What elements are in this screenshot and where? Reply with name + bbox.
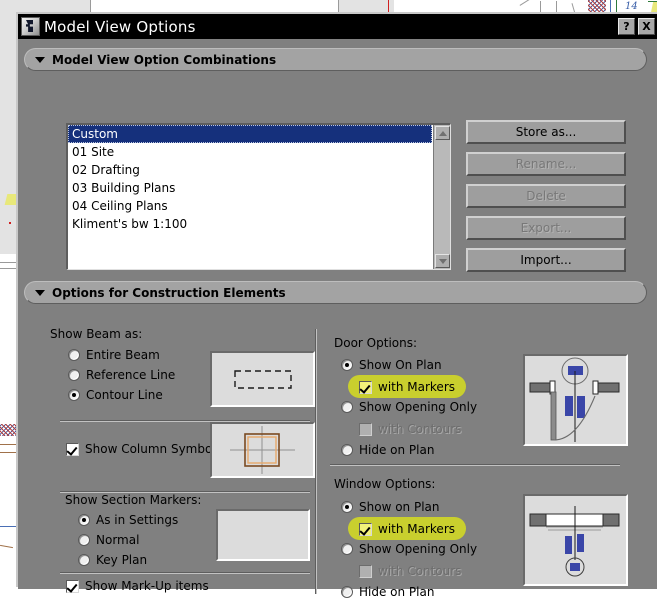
- checkbox-icon: [359, 522, 372, 536]
- scroll-up-arrow-icon[interactable]: [435, 126, 450, 140]
- radio-icon: [341, 444, 353, 456]
- radio-window-show-opening-only[interactable]: Show Opening Only: [341, 542, 477, 556]
- checkbox-window-with-contours[interactable]: with Contours: [359, 564, 461, 578]
- beam-group-label: Show Beam as:: [50, 327, 143, 341]
- scroll-down-arrow-icon[interactable]: [435, 254, 450, 268]
- list-item[interactable]: 01 Site: [68, 143, 432, 161]
- radio-label: Show on Plan: [359, 500, 440, 514]
- checkbox-door-with-contours[interactable]: with Contours: [359, 422, 461, 436]
- radio-reference-line[interactable]: Reference Line: [68, 368, 175, 382]
- radio-icon: [341, 401, 353, 413]
- radio-icon: [68, 369, 80, 381]
- export-button[interactable]: Export...: [466, 216, 626, 240]
- radio-window-hide-on-plan[interactable]: Hide on Plan: [341, 585, 434, 599]
- radio-icon: [341, 586, 353, 598]
- radio-label: Hide on Plan: [359, 443, 435, 457]
- right-divider: [330, 464, 620, 466]
- checkbox-label: with Contours: [378, 564, 462, 578]
- radio-label: Contour Line: [86, 388, 163, 402]
- checkbox-icon: [359, 564, 372, 578]
- delete-button[interactable]: Delete: [466, 184, 626, 208]
- checkbox-icon: [359, 422, 372, 436]
- checkbox-door-with-markers[interactable]: with Markers: [359, 380, 455, 394]
- checkbox-label: Show Mark-Up items: [85, 579, 209, 593]
- radio-icon: [341, 543, 353, 555]
- import-button[interactable]: Import...: [466, 248, 626, 272]
- listbox-scrollbar[interactable]: [433, 125, 450, 269]
- checkbox-icon: [66, 579, 79, 593]
- beam-preview: [210, 351, 315, 407]
- radio-label: Reference Line: [86, 368, 176, 382]
- checkbox-label: with Markers: [378, 522, 456, 536]
- disclosure-triangle-down-icon[interactable]: [35, 56, 45, 63]
- radio-icon: [78, 554, 90, 566]
- radio-label: Normal: [96, 533, 140, 547]
- close-button[interactable]: X: [638, 18, 655, 35]
- radio-label: Key Plan: [96, 553, 148, 567]
- disclosure-triangle-down-icon[interactable]: [35, 289, 45, 296]
- checkbox-label: with Contours: [378, 422, 462, 436]
- radio-icon: [78, 534, 90, 546]
- radio-label: Show Opening Only: [359, 400, 478, 414]
- dialog-titlebar[interactable]: Model View Options ? X: [18, 14, 657, 39]
- radio-label: Hide on Plan: [359, 585, 435, 599]
- store-as-button[interactable]: Store as...: [466, 120, 626, 144]
- column-divider: [315, 329, 317, 594]
- radio-key-plan[interactable]: Key Plan: [78, 553, 147, 567]
- dialog-title: Model View Options: [44, 17, 196, 36]
- model-view-options-dialog: Model View Options ? X Model View Option…: [16, 12, 657, 599]
- combination-list-items: Custom 01 Site 02 Drafting 03 Building P…: [68, 125, 432, 233]
- radio-door-show-on-plan[interactable]: Show On Plan: [341, 358, 442, 372]
- door-options-group-label: Door Options:: [334, 336, 418, 350]
- radio-label: Entire Beam: [86, 348, 160, 362]
- radio-contour-line[interactable]: Contour Line: [68, 388, 163, 402]
- radio-label: As in Settings: [96, 513, 179, 527]
- radio-icon: [78, 514, 90, 526]
- help-button[interactable]: ?: [618, 18, 635, 35]
- section-title-construction: Options for Construction Elements: [52, 285, 286, 300]
- radio-window-show-on-plan[interactable]: Show on Plan: [341, 500, 439, 514]
- door-preview: [523, 354, 628, 446]
- window-options-group-label: Window Options:: [334, 477, 436, 491]
- list-item[interactable]: Custom: [68, 125, 432, 143]
- radio-door-show-opening-only[interactable]: Show Opening Only: [341, 400, 477, 414]
- checkbox-label: Show Column Symbol: [85, 442, 216, 456]
- list-item[interactable]: Kliment's bw 1:100: [68, 215, 432, 233]
- radio-icon: [341, 501, 353, 513]
- radio-icon: [341, 359, 353, 371]
- checkbox-show-column-symbol[interactable]: Show Column Symbol: [66, 442, 216, 456]
- radio-label: Show Opening Only: [359, 542, 478, 556]
- checkbox-icon: [359, 380, 372, 394]
- section-marker-preview: [216, 509, 310, 561]
- checkbox-window-with-markers[interactable]: with Markers: [359, 522, 455, 536]
- list-item[interactable]: 03 Building Plans: [68, 179, 432, 197]
- app-icon: [21, 17, 40, 36]
- combination-listbox[interactable]: Custom 01 Site 02 Drafting 03 Building P…: [66, 123, 451, 270]
- dialog-body: Model View Option Combinations Custom 01…: [18, 39, 657, 599]
- section-header-construction[interactable]: Options for Construction Elements: [24, 281, 647, 304]
- radio-entire-beam[interactable]: Entire Beam: [68, 348, 160, 362]
- radio-label: Show On Plan: [359, 358, 442, 372]
- radio-normal[interactable]: Normal: [78, 533, 139, 547]
- radio-icon: [68, 349, 80, 361]
- checkbox-icon: [66, 442, 79, 456]
- section-title-combinations: Model View Option Combinations: [52, 52, 277, 67]
- section-header-combinations[interactable]: Model View Option Combinations: [24, 48, 647, 71]
- column-preview: [210, 422, 315, 478]
- rename-button[interactable]: Rename...: [466, 152, 626, 176]
- radio-door-hide-on-plan[interactable]: Hide on Plan: [341, 443, 434, 457]
- left-divider-3: [60, 572, 310, 574]
- window-preview: [523, 494, 628, 586]
- checkbox-show-markup-items[interactable]: Show Mark-Up items: [66, 579, 209, 593]
- radio-as-in-settings[interactable]: As in Settings: [78, 513, 178, 527]
- radio-icon: [68, 389, 80, 401]
- list-item[interactable]: 02 Drafting: [68, 161, 432, 179]
- cad-drawing-number: 14: [625, 1, 638, 12]
- checkbox-label: with Markers: [378, 380, 456, 394]
- section-markers-group-label: Show Section Markers:: [65, 493, 202, 507]
- list-item[interactable]: 04 Ceiling Plans: [68, 197, 432, 215]
